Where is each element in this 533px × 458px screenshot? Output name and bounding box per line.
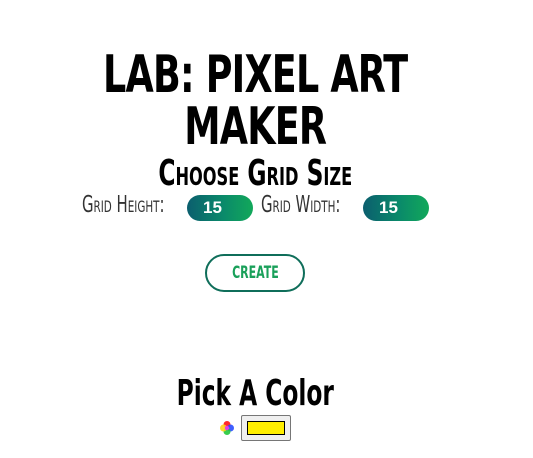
grid-size-heading: Choose Grid Size — [158, 152, 353, 194]
color-swatch — [247, 421, 285, 435]
create-button[interactable]: CREATE — [205, 254, 305, 292]
page-title: LAB: PIXEL ART MAKER — [103, 44, 408, 157]
grid-width-input[interactable] — [363, 195, 429, 221]
create-button-label: CREATE — [231, 263, 279, 283]
grid-size-form: Grid Height: Grid Width: — [0, 190, 520, 224]
pick-color-heading: Pick A Color — [176, 372, 334, 414]
grid-width-label: Grid Width: — [261, 192, 341, 218]
color-palette-icon — [220, 421, 234, 435]
color-picker-input[interactable] — [241, 415, 291, 441]
grid-height-input[interactable] — [187, 195, 253, 221]
grid-height-label: Grid Height: — [82, 192, 165, 218]
